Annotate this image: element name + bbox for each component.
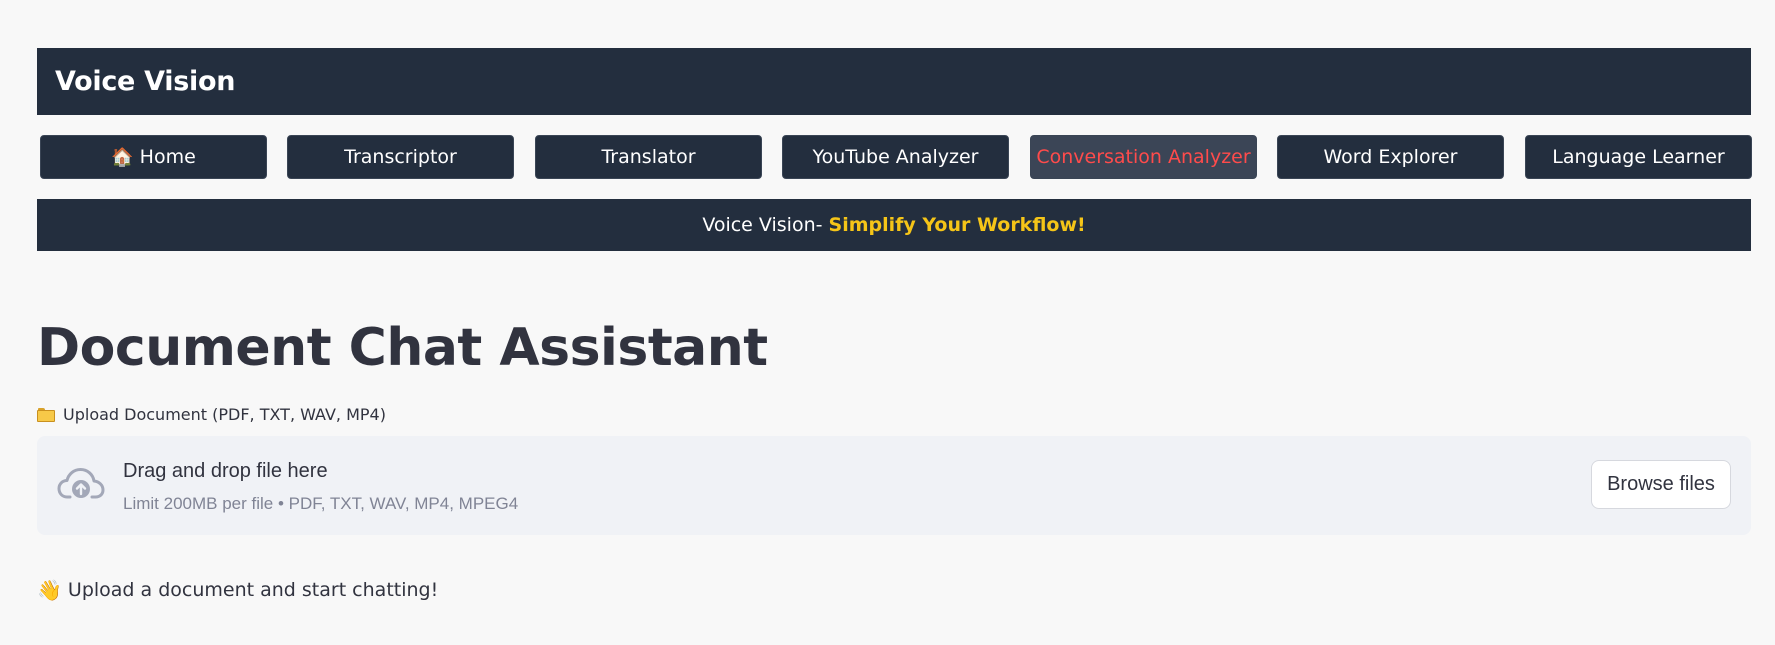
tagline-banner: Voice Vision- Simplify Your Workflow! [37, 199, 1751, 251]
nav-button-label: Home [139, 146, 196, 168]
page: Voice Vision 🏠 Home Transcriptor Transla… [0, 0, 1775, 645]
nav-button-translator[interactable]: Translator [535, 135, 762, 179]
status-hint: 👋 Upload a document and start chatting! [37, 578, 438, 602]
waving-hand-icon: 👋 [37, 578, 62, 602]
upload-label-text: Upload Document (PDF, TXT, WAV, MP4) [63, 405, 386, 424]
nav-bar: 🏠 Home Transcriptor Translator YouTube A… [40, 135, 1752, 179]
nav-button-label: Transcriptor [344, 146, 457, 168]
upload-label: Upload Document (PDF, TXT, WAV, MP4) [37, 405, 386, 424]
nav-button-conversation-analyzer[interactable]: Conversation Analyzer [1030, 135, 1257, 179]
cloud-upload-icon [57, 468, 105, 499]
nav-button-label: Language Learner [1552, 146, 1725, 168]
page-title: Document Chat Assistant [37, 318, 768, 378]
banner-highlight: Simplify Your Workflow! [828, 214, 1086, 236]
nav-button-label: Conversation Analyzer [1036, 146, 1251, 168]
dropzone-limit: Limit 200MB per file • PDF, TXT, WAV, MP… [123, 494, 519, 513]
app-header: Voice Vision [37, 48, 1751, 115]
nav-button-youtube-analyzer[interactable]: YouTube Analyzer [782, 135, 1009, 179]
banner-prefix: Voice Vision- [702, 214, 829, 236]
nav-button-word-explorer[interactable]: Word Explorer [1277, 135, 1504, 179]
folder-icon [37, 407, 55, 422]
file-dropzone[interactable]: Drag and drop file here Limit 200MB per … [37, 436, 1751, 535]
nav-button-home[interactable]: 🏠 Home [40, 135, 267, 179]
house-icon: 🏠 [111, 146, 134, 168]
nav-button-label: Word Explorer [1323, 146, 1458, 168]
nav-button-transcriptor[interactable]: Transcriptor [287, 135, 514, 179]
dropzone-instruction: Drag and drop file here [123, 460, 328, 482]
status-hint-text: Upload a document and start chatting! [67, 579, 439, 601]
nav-button-label: YouTube Analyzer [812, 146, 979, 168]
nav-button-label: Translator [601, 146, 696, 168]
browse-files-button[interactable]: Browse files [1591, 460, 1731, 509]
app-title: Voice Vision [55, 66, 236, 97]
nav-button-language-learner[interactable]: Language Learner [1525, 135, 1752, 179]
